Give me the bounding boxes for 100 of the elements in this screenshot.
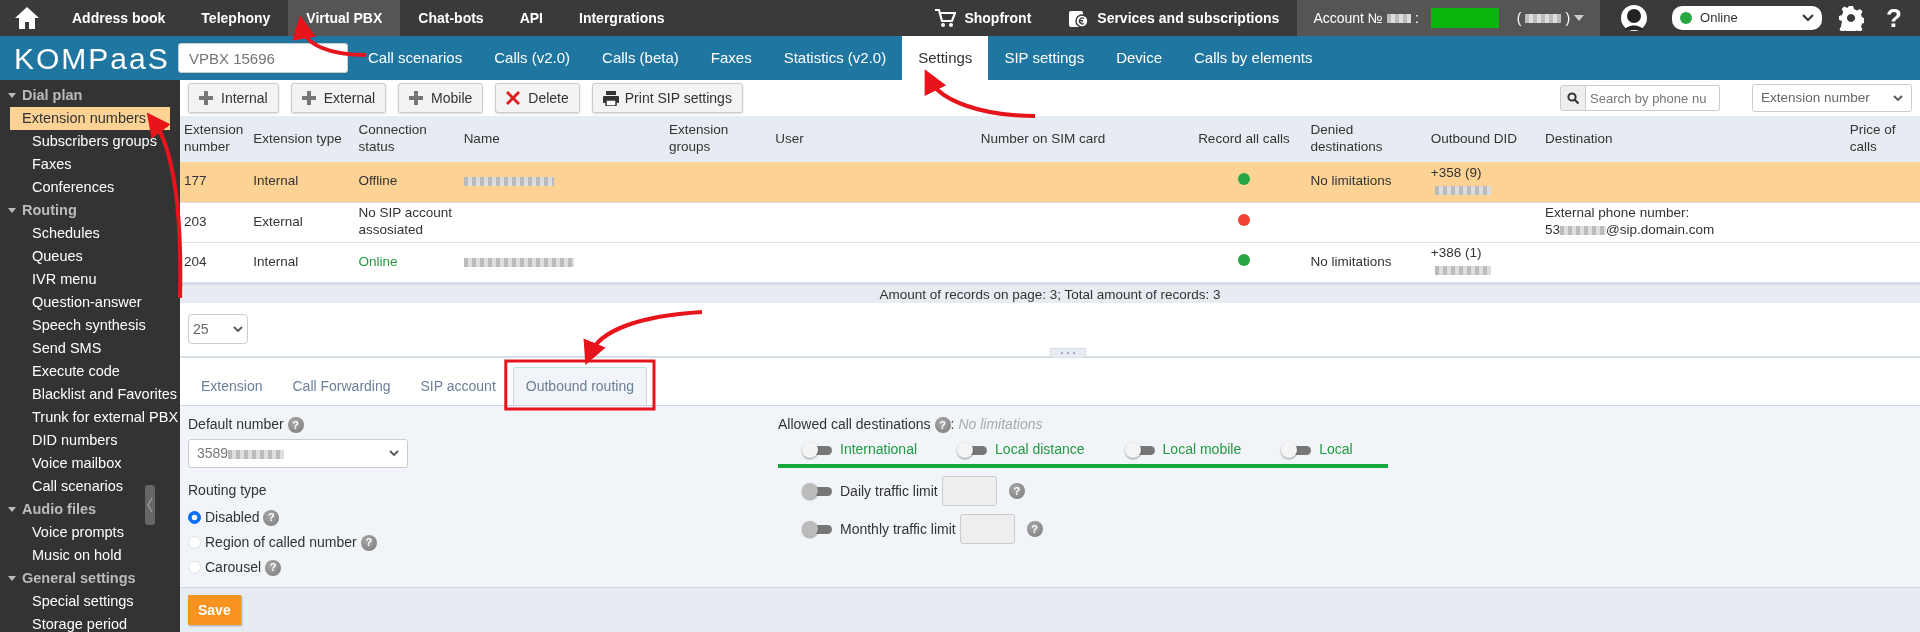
collapse-handle[interactable] [145,485,155,525]
sidebar-item[interactable]: Music on hold [10,544,180,567]
toggle-switch[interactable] [802,521,832,537]
detail-tab[interactable]: Call Forwarding [279,367,404,405]
logo: KOMPaaS [13,40,171,77]
nav-tab[interactable]: Statistics (v2.0) [767,36,903,80]
vpbx-field[interactable]: VPBX 15696 [178,43,348,73]
close-icon [506,90,523,106]
sidebar-group[interactable]: General settings [0,567,180,590]
sidebar-item[interactable]: Faxes [10,153,180,176]
sidebar-item[interactable]: Schedules [10,222,180,245]
radio-button[interactable] [188,511,201,524]
sidebar-item[interactable]: Special settings [10,590,180,613]
nav-tab[interactable]: Settings [902,36,989,80]
sidebar-group[interactable]: Routing [0,199,180,222]
nav-tab[interactable]: Calls by elements [1178,36,1329,80]
toolbar-button[interactable]: Print SIP settings [591,83,743,113]
sidebar-item[interactable]: Execute code [10,360,180,383]
sidebar-item[interactable]: Conferences [10,176,180,199]
status-select[interactable]: Online [1672,6,1823,30]
sidebar-item[interactable]: Subscribers groups [10,130,180,153]
services-link[interactable]: Services and subscriptions [1049,0,1298,36]
radio-label[interactable]: Region of called number [205,532,357,553]
nav-tab[interactable]: API [501,0,561,36]
column-header[interactable]: Extension number [180,116,250,163]
sidebar-item[interactable]: DID numbers [10,429,180,452]
search-icon[interactable] [1560,85,1586,111]
toggle-switch[interactable] [802,441,832,458]
sidebar-item[interactable]: Blacklist and Favorites [10,383,180,406]
default-number-select[interactable]: 3589 [188,439,408,468]
nav-tab[interactable]: SIP settings [988,36,1101,80]
sidebar-item[interactable]: Voice prompts [10,521,180,544]
nav-tab[interactable]: Calls (v2.0) [478,36,587,80]
nav-tab[interactable]: Telephony [183,0,289,36]
toolbar-button[interactable]: External [290,83,387,113]
toolbar-button[interactable]: Mobile [398,83,484,113]
nav-tab[interactable]: Calls (beta) [586,36,695,80]
nav-tab[interactable]: Faxes [694,36,768,80]
redacted-text [1386,13,1411,23]
home-icon[interactable] [14,6,40,30]
sidebar-item[interactable]: Storage period [10,613,180,632]
account-menu[interactable]: Account № : ( ) [1297,0,1601,36]
sidebar-group[interactable]: Audio files [0,498,180,521]
table-cell-text: External phone number: [1545,205,1691,223]
radio-label[interactable]: Carousel [205,557,262,578]
limit-field[interactable] [941,476,997,506]
detail-tab[interactable]: Extension [188,367,276,405]
limit-field[interactable] [959,514,1015,544]
column-header[interactable]: Extension type [249,116,355,163]
column-header[interactable]: Extension groups [665,116,772,163]
sidebar-item[interactable]: IVR menu [10,268,180,291]
column-header[interactable]: Destination [1541,116,1846,163]
table-cell: @sip.domain.com [1606,222,1715,238]
column-header[interactable]: User [771,116,977,163]
toolbar-button[interactable]: Delete [495,83,580,113]
sidebar-group[interactable]: Dial plan [0,84,180,107]
sidebar-item[interactable]: Question-answer [10,291,180,314]
paren: ( [1516,8,1522,28]
column-header[interactable]: Price of calls [1845,116,1920,163]
toggle-switch[interactable] [957,441,988,458]
toggle-switch[interactable] [1281,441,1312,458]
nav-tab[interactable]: Intergrations [561,0,683,36]
colon: : [950,416,955,432]
help-button[interactable]: ? [1864,0,1920,36]
nav-tab[interactable]: Call scenarios [352,36,479,80]
sidebar-item[interactable]: Speech synthesis [10,314,180,337]
column-header[interactable]: Number on SIM card [976,116,1182,163]
nav-tab[interactable]: Address book [54,0,184,36]
table-cell: No SIP account assosiated [358,205,452,238]
nav-tab[interactable]: Chat-bots [400,0,502,36]
sidebar-item[interactable]: Voice mailbox [10,452,180,475]
filter-select[interactable]: Extension number [1752,84,1912,112]
column-header[interactable]: Record all calls [1181,116,1307,163]
sidebar-item[interactable]: Trunk for external PBX [10,406,180,429]
column-header[interactable]: Denied destinations [1306,116,1427,163]
column-header[interactable]: Name [459,116,666,163]
search-field[interactable]: Search by phone nu [1586,85,1720,111]
detail-tab[interactable]: SIP account [407,367,509,405]
radio-label[interactable]: Disabled [205,507,260,528]
sidebar-item[interactable]: Call scenarios [10,475,180,498]
settings-icon[interactable] [1838,5,1865,31]
shopfront-link[interactable]: Shopfront [916,0,1050,36]
sidebar-item[interactable]: Queues [10,245,180,268]
avatar-icon[interactable] [1620,4,1649,32]
table-cell: +358 (9) [1430,164,1482,180]
toggle-label[interactable]: Monthly traffic limit [840,518,956,540]
toggle-switch[interactable] [802,483,832,499]
limitation-note: No limitations [958,416,1043,432]
nav-tab[interactable]: Device [1100,36,1178,80]
detail-tab[interactable]: Outbound routing [512,367,647,405]
toggle-label[interactable]: Daily traffic limit [840,480,938,502]
column-header[interactable]: Connection status [354,116,460,163]
nav-tab[interactable]: Virtual PBX [288,0,401,36]
resize-handle[interactable] [1050,347,1086,358]
toolbar-button[interactable]: Internal [188,83,279,113]
toggle-switch[interactable] [1124,441,1155,458]
page-size-select[interactable]: 25 [188,314,248,345]
column-header[interactable]: Outbound DID [1426,116,1542,163]
sidebar-item[interactable]: Extension numbers [10,107,170,130]
sidebar-item[interactable]: Send SMS [10,337,180,360]
